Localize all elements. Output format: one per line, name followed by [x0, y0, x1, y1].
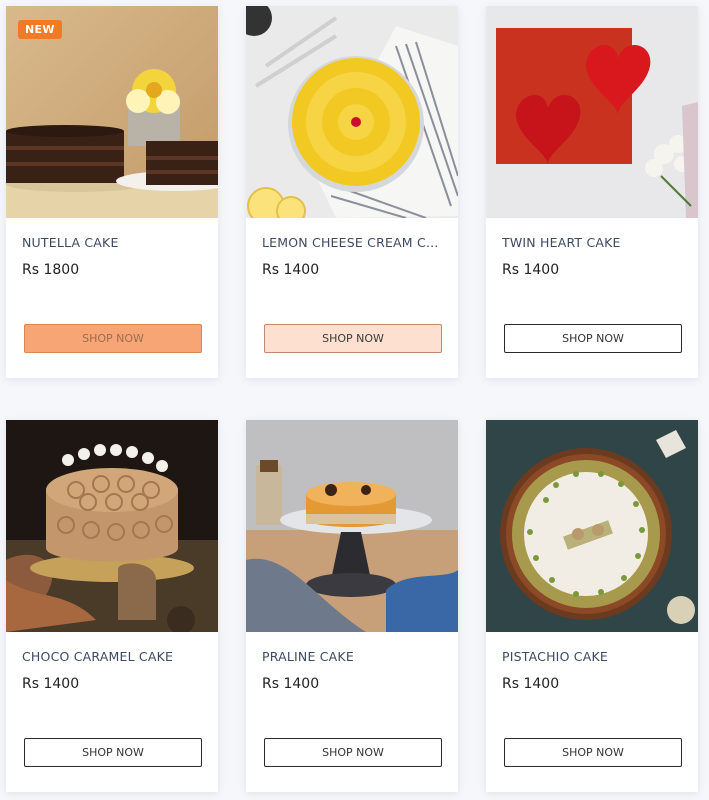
- product-card[interactable]: CHOCO CARAMEL CAKE Rs 1400 SHOP NOW: [6, 420, 218, 792]
- product-title[interactable]: CHOCO CARAMEL CAKE: [22, 649, 206, 664]
- product-image[interactable]: [246, 420, 458, 632]
- product-card[interactable]: TWIN HEART CAKE Rs 1400 SHOP NOW: [486, 6, 698, 378]
- choco-caramel-cake-image: [6, 420, 218, 632]
- product-price: Rs 1800: [22, 262, 80, 278]
- product-card[interactable]: PISTACHIO CAKE Rs 1400 SHOP NOW: [486, 420, 698, 792]
- new-badge: NEW: [18, 20, 62, 39]
- shop-now-button[interactable]: SHOP NOW: [504, 738, 682, 767]
- product-card[interactable]: NEW NUTELLA CAKE Rs 1800 SHOP NOW: [6, 6, 218, 378]
- shop-now-button[interactable]: SHOP NOW: [264, 324, 442, 353]
- shop-now-button[interactable]: SHOP NOW: [24, 738, 202, 767]
- lemon-cheese-cake-image: [246, 6, 458, 218]
- product-image[interactable]: [6, 420, 218, 632]
- product-card[interactable]: PRALINE CAKE Rs 1400 SHOP NOW: [246, 420, 458, 792]
- product-image[interactable]: [486, 420, 698, 632]
- twin-heart-cake-image: [486, 6, 698, 218]
- product-price: Rs 1400: [22, 676, 80, 692]
- shop-now-button[interactable]: SHOP NOW: [24, 324, 202, 353]
- product-title[interactable]: PISTACHIO CAKE: [502, 649, 686, 664]
- product-price: Rs 1400: [262, 262, 320, 278]
- praline-cake-image: [246, 420, 458, 632]
- product-price: Rs 1400: [262, 676, 320, 692]
- product-image[interactable]: [246, 6, 458, 218]
- shop-now-button[interactable]: SHOP NOW: [504, 324, 682, 353]
- product-price: Rs 1400: [502, 676, 560, 692]
- product-card[interactable]: LEMON CHEESE CREAM CA... Rs 1400 SHOP NO…: [246, 6, 458, 378]
- product-title[interactable]: LEMON CHEESE CREAM CA...: [262, 235, 446, 250]
- shop-now-button[interactable]: SHOP NOW: [264, 738, 442, 767]
- product-title[interactable]: PRALINE CAKE: [262, 649, 446, 664]
- product-title[interactable]: NUTELLA CAKE: [22, 235, 206, 250]
- product-image[interactable]: [486, 6, 698, 218]
- pistachio-cake-image: [486, 420, 698, 632]
- product-price: Rs 1400: [502, 262, 560, 278]
- product-title[interactable]: TWIN HEART CAKE: [502, 235, 686, 250]
